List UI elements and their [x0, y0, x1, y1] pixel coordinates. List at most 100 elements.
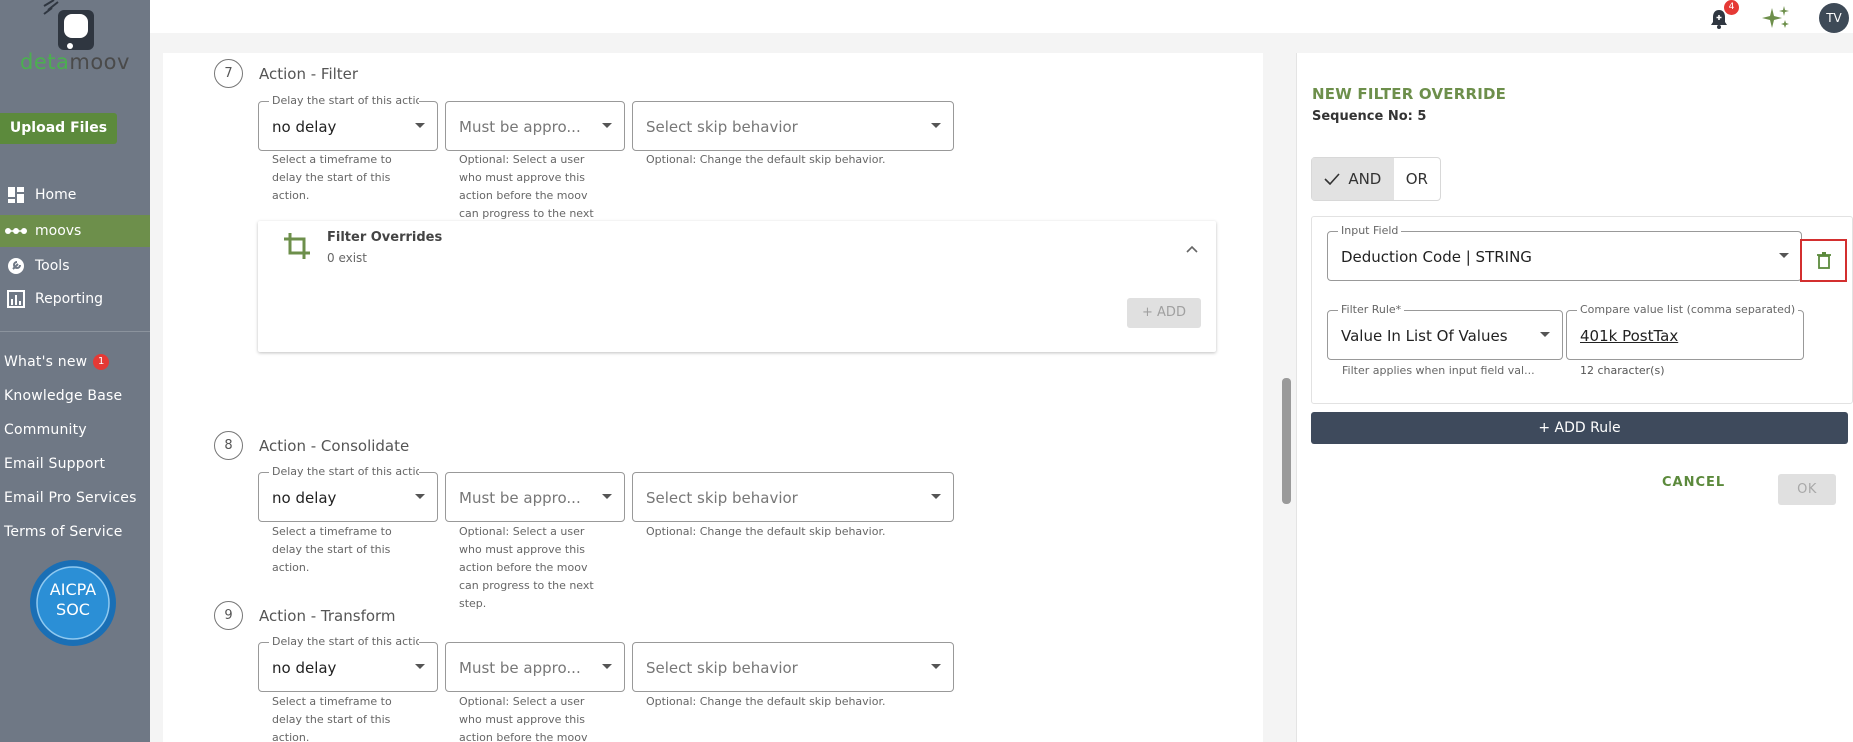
field-value: Value In List Of Values [1341, 327, 1508, 345]
delay-select[interactable]: Delay the start of this action no delay [258, 635, 438, 692]
crop-icon [282, 231, 312, 265]
delete-rule-button[interactable] [1800, 239, 1847, 282]
sidebar: detamoov Upload Files Home moovs Tools R… [0, 0, 150, 742]
skip-behavior-select[interactable]: Select skip behavior [632, 642, 954, 692]
helper-line: who must approve this [459, 171, 585, 184]
sidebar-item-label: Reporting [35, 291, 104, 307]
wrench-icon [5, 257, 27, 275]
and-toggle-button[interactable]: AND [1312, 158, 1394, 200]
helper-line: action before the moov [459, 189, 588, 202]
chevron-down-icon [602, 494, 612, 499]
helper-line: action. [272, 189, 310, 202]
ai-sparkle-icon[interactable] [1760, 4, 1792, 36]
filter-rule-helper: Filter applies when input field val... [1342, 364, 1535, 377]
chevron-down-icon [931, 123, 941, 128]
delay-select[interactable]: Delay the start of this action no delay [258, 94, 438, 151]
field-placeholder: Select skip behavior [646, 118, 798, 136]
sidebar-divider [0, 331, 150, 332]
approver-helper: Optional: Select a user who must approve… [459, 693, 588, 742]
and-or-toggle: AND OR [1311, 157, 1441, 201]
field-label: Compare value list (comma separated) [1577, 303, 1799, 316]
field-label: Delay the start of this action [269, 635, 419, 648]
helper-line: delay the start of this [272, 713, 391, 726]
helper-line: can progress to the next [459, 579, 594, 592]
skip-behavior-select[interactable]: Select skip behavior [632, 472, 954, 522]
sidebar-link-terms-of-service[interactable]: Terms of Service [4, 524, 123, 540]
upload-files-button[interactable]: Upload Files [0, 113, 117, 144]
delay-helper: Select a timeframe to delay the start of… [272, 693, 392, 742]
chevron-down-icon [602, 123, 612, 128]
filter-rule-select[interactable]: Filter Rule* Value In List Of Values [1327, 303, 1563, 360]
sidebar-item-home[interactable]: Home [0, 179, 150, 211]
approver-select[interactable]: Must be appro... [445, 472, 625, 522]
chevron-down-icon [1779, 253, 1789, 258]
helper-line: Select a timeframe to [272, 153, 392, 166]
helper-line: action. [272, 731, 310, 742]
step-number: 9 [214, 601, 243, 630]
cancel-button[interactable]: CANCEL [1662, 475, 1725, 490]
chevron-up-icon[interactable] [1186, 238, 1198, 257]
sequence-number: Sequence No: 5 [1312, 109, 1427, 124]
skip-helper: Optional: Change the default skip behavi… [646, 153, 886, 166]
add-rule-button[interactable]: + ADD Rule [1311, 412, 1848, 444]
helper-line: step. [459, 597, 487, 610]
aicpa-text: AICPA [49, 580, 97, 599]
helper-line: action before the moov [459, 731, 588, 742]
sidebar-item-reporting[interactable]: Reporting [0, 283, 150, 315]
filter-overrides-card: Filter Overrides 0 exist + ADD [258, 221, 1216, 352]
moovs-dots-icon [5, 226, 27, 236]
chevron-down-icon [415, 664, 425, 669]
sidebar-link-community[interactable]: Community [4, 422, 87, 438]
main-scrollbar[interactable] [1282, 378, 1291, 504]
soc-text: SOC [56, 600, 90, 619]
input-field-select[interactable]: Input Field Deduction Code | STRING [1327, 224, 1802, 281]
skip-helper: Optional: Change the default skip behavi… [646, 525, 886, 538]
sidebar-link-email-pro-services[interactable]: Email Pro Services [4, 490, 137, 506]
and-label: AND [1348, 170, 1382, 188]
sidebar-link-email-support[interactable]: Email Support [4, 456, 105, 472]
chart-icon [5, 290, 27, 308]
step-title: Action - Transform [259, 607, 396, 625]
helper-line: Select a timeframe to [272, 525, 392, 538]
field-value: no delay [272, 118, 337, 136]
field-placeholder: Must be appro... [459, 118, 581, 136]
helper-line: delay the start of this [272, 171, 391, 184]
step-number: 8 [214, 431, 243, 460]
chevron-down-icon [931, 494, 941, 499]
helper-line: who must approve this [459, 713, 585, 726]
link-label: What's new [4, 354, 88, 370]
step-title: Action - Filter [259, 65, 359, 83]
sidebar-link-whats-new[interactable]: What's new 1 [4, 354, 110, 370]
sidebar-item-tools[interactable]: Tools [0, 250, 150, 282]
sidebar-item-moovs[interactable]: moovs [0, 215, 150, 247]
detamoov-logo-icon [43, 0, 94, 50]
helper-line: Select a timeframe to [272, 695, 392, 708]
field-value: no delay [272, 659, 337, 677]
field-value: 401k PostTax [1580, 327, 1679, 345]
chevron-down-icon [931, 664, 941, 669]
filter-override-panel: NEW FILTER OVERRIDE Sequence No: 5 AND O… [1296, 53, 1853, 742]
approver-select[interactable]: Must be appro... [445, 642, 625, 692]
helper-line: delay the start of this [272, 543, 391, 556]
delay-select[interactable]: Delay the start of this action no delay [258, 465, 438, 522]
filter-overrides-count: 0 exist [327, 251, 368, 265]
aicpa-soc-badge: AICPA SOC [28, 558, 118, 648]
user-avatar[interactable]: TV [1819, 3, 1849, 33]
compare-value-input[interactable]: Compare value list (comma separated) 401… [1566, 303, 1804, 360]
step-number: 7 [214, 59, 243, 88]
skip-behavior-select[interactable]: Select skip behavior [632, 101, 954, 151]
chevron-down-icon [415, 123, 425, 128]
field-placeholder: Must be appro... [459, 489, 581, 507]
sidebar-item-label: Home [35, 187, 77, 203]
sidebar-link-knowledge-base[interactable]: Knowledge Base [4, 388, 122, 404]
field-placeholder: Must be appro... [459, 659, 581, 677]
ok-button[interactable]: OK [1778, 474, 1836, 505]
helper-line: who must approve this [459, 543, 585, 556]
notification-count-badge: 4 [1724, 0, 1739, 15]
add-filter-override-button[interactable]: + ADD [1127, 298, 1201, 328]
or-toggle-button[interactable]: OR [1394, 158, 1440, 200]
approver-select[interactable]: Must be appro... [445, 101, 625, 151]
helper-line: Optional: Select a user [459, 153, 585, 166]
step-title: Action - Consolidate [259, 437, 410, 455]
approver-helper: Optional: Select a user who must approve… [459, 151, 594, 223]
